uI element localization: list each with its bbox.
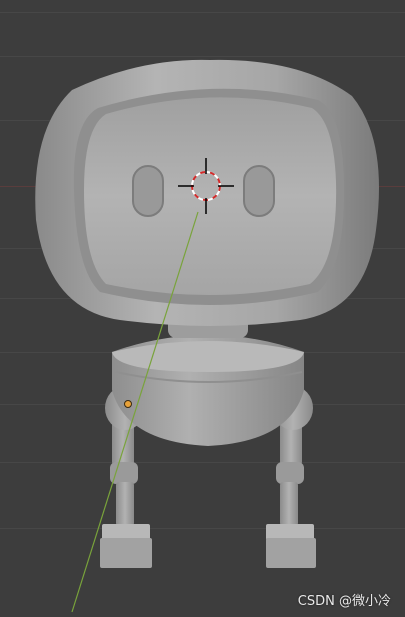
robot-body [112, 335, 304, 446]
watermark-text: CSDN @微小冷 [297, 594, 391, 609]
3d-viewport[interactable]: CSDN @微小冷 [0, 0, 405, 617]
scene-render [35, 59, 379, 613]
right-leg [266, 420, 316, 568]
robot-head [35, 59, 379, 326]
right-eye [243, 165, 275, 217]
object-origin-point[interactable] [124, 400, 132, 408]
left-eye [132, 165, 164, 217]
